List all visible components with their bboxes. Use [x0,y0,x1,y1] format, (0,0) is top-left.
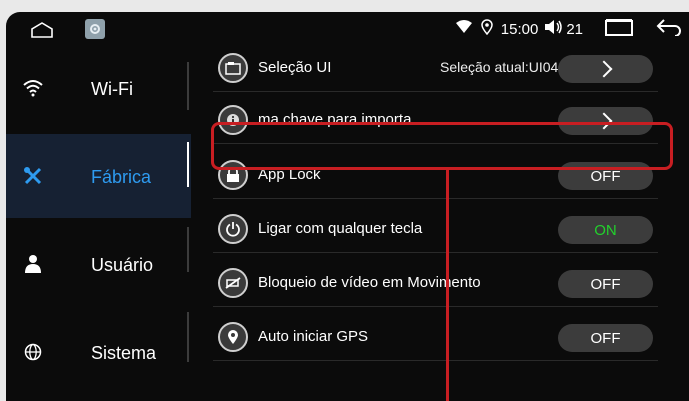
volume-indicator: 21 [544,19,583,39]
user-icon [22,253,44,275]
app-notification-icon[interactable] [85,19,105,39]
sidebar-item-sistema[interactable]: Sistema [6,310,191,394]
clock-time: 15:00 [500,20,539,38]
sidebar-divider [187,227,189,272]
sidebar-item-label: Fábrica [91,167,152,187]
home-icon[interactable] [30,22,54,43]
tools-icon [22,165,44,187]
gps-pin-icon [218,322,248,352]
highlight-annotation-line [446,170,449,401]
sidebar-scroll-indicator[interactable] [187,142,189,187]
recent-apps-icon[interactable] [605,18,633,41]
wifi-icon [22,77,44,99]
setting-value: Seleção atual:UI04 [440,59,559,75]
highlight-annotation-box [211,122,673,170]
toggle-button[interactable]: OFF [558,324,653,352]
sidebar-item-fabrica[interactable]: Fábrica [6,134,191,218]
video-block-icon [218,268,248,298]
sidebar-item-label: Sistema [91,343,157,363]
status-bar: 15:00 21 [6,12,689,46]
sidebar-divider [187,312,189,362]
location-pin-icon [481,18,493,40]
globe-icon [22,341,44,363]
power-icon [218,214,248,244]
wifi-signal-icon [455,19,473,39]
car-settings-screen: 15:00 21 Wi-Fi Fábrica Usuário Sistema S… [6,12,689,401]
chevron-right-icon [595,60,612,78]
volume-level: 21 [566,20,583,38]
sidebar-item-label: Usuário [91,255,154,275]
setting-label: Seleção UI [258,59,332,76]
ui-selection-icon [218,53,248,83]
setting-row-ui-selection[interactable]: Seleção UI Seleção atual:UI04 [213,46,658,92]
setting-label: Auto iniciar GPS [258,328,369,345]
toggle-button[interactable]: OFF [558,270,653,298]
toggle-button[interactable]: ON [558,216,653,244]
speaker-icon [544,19,564,39]
setting-label: Ligar com qualquer tecla [258,220,423,237]
setting-row-video-block[interactable]: Bloqueio de vídeo em Movimento OFF [213,261,658,307]
sidebar-item-usuario[interactable]: Usuário [6,222,191,306]
back-icon[interactable] [655,18,683,41]
sidebar-item-label: Wi-Fi [91,79,133,99]
settings-sidebar: Wi-Fi Fábrica Usuário Sistema [6,46,191,401]
setting-row-auto-gps[interactable]: Auto iniciar GPS OFF [213,315,658,361]
arrow-button[interactable] [558,55,653,83]
sidebar-item-wifi[interactable]: Wi-Fi [6,46,191,130]
setting-row-any-key-power[interactable]: Ligar com qualquer tecla ON [213,207,658,253]
sidebar-divider [187,62,189,110]
